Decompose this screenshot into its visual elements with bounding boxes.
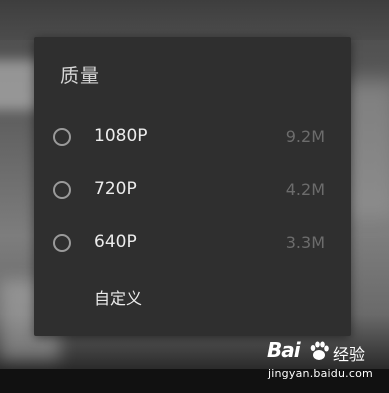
radio-button-icon[interactable] (53, 128, 71, 146)
option-label: 640P (94, 232, 137, 252)
watermark-brand-left: Bai (267, 338, 301, 362)
background-top (0, 0, 389, 40)
quality-option-640p[interactable]: 640P 3.3M (34, 221, 351, 269)
quality-dialog: 质量 1080P 9.2M 720P 4.2M 640P 3.3M 自定义 (34, 37, 351, 336)
option-size: 4.2M (285, 180, 325, 199)
radio-button-icon[interactable] (53, 234, 71, 252)
watermark-url: jingyan.baidu.com (268, 367, 373, 380)
option-label: 1080P (94, 126, 148, 146)
baidu-jingyan-watermark: Bai 经验 jingyan.baidu.com (250, 336, 389, 386)
video-player-screen: 质量 1080P 9.2M 720P 4.2M 640P 3.3M 自定义 Ba… (0, 0, 389, 393)
watermark-brand-right: 经验 (333, 345, 366, 364)
baidu-paw-icon (310, 341, 329, 360)
radio-button-icon[interactable] (53, 181, 71, 199)
option-size: 3.3M (285, 233, 325, 252)
option-size: 9.2M (285, 127, 325, 146)
option-label: 720P (94, 179, 137, 199)
dialog-title: 质量 (60, 65, 101, 87)
custom-quality-option[interactable]: 自定义 (94, 285, 142, 309)
quality-option-720p[interactable]: 720P 4.2M (34, 168, 351, 216)
quality-option-1080p[interactable]: 1080P 9.2M (34, 115, 351, 163)
